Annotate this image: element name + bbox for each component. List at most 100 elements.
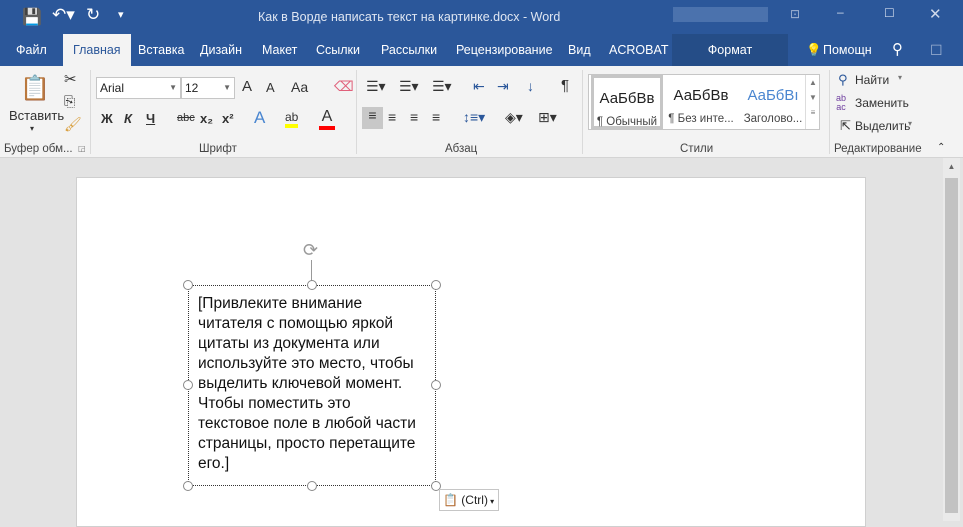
resize-handle[interactable]: [183, 280, 193, 290]
italic-button[interactable]: К: [124, 111, 132, 126]
tab-layout[interactable]: Макет: [262, 34, 297, 66]
show-marks-button[interactable]: ¶: [561, 77, 569, 94]
close-icon[interactable]: ✕: [929, 5, 942, 23]
chevron-down-icon[interactable]: ▾: [908, 119, 912, 128]
text-box-content[interactable]: [Привлеките внимание читателя с помощью …: [198, 294, 416, 474]
replace-button[interactable]: Заменить: [855, 96, 909, 110]
tab-design[interactable]: Дизайн: [200, 34, 242, 66]
minimize-icon[interactable]: –: [837, 5, 844, 19]
cursor-icon: ⇱: [840, 118, 851, 133]
paste-icon[interactable]: 📋: [20, 74, 50, 103]
underline-button[interactable]: Ч: [146, 111, 155, 126]
superscript-button[interactable]: x²: [222, 111, 234, 126]
align-left-icon[interactable]: ≡: [362, 107, 383, 129]
resize-handle[interactable]: [431, 380, 441, 390]
font-name-input[interactable]: Arial ▼: [96, 77, 181, 99]
tab-file[interactable]: Файл: [16, 34, 47, 66]
tab-mailings[interactable]: Рассылки: [381, 34, 437, 66]
numbering-icon[interactable]: ☰▾: [399, 78, 419, 95]
styles-group-label: Стили: [680, 143, 714, 155]
chevron-down-icon[interactable]: ▾: [898, 73, 902, 82]
line-spacing-icon[interactable]: ↕≡▾: [463, 109, 485, 126]
shading-icon[interactable]: ◈▾: [505, 109, 523, 126]
resize-handle[interactable]: [307, 280, 317, 290]
tab-format[interactable]: Формат: [672, 34, 788, 66]
account-area[interactable]: [673, 7, 768, 22]
sort-icon[interactable]: ↓: [527, 78, 534, 94]
undo-icon[interactable]: ↶▾: [52, 5, 75, 25]
strikethrough-button[interactable]: abc: [177, 112, 195, 124]
styles-scroll[interactable]: ▲ ▼ ≡: [805, 75, 820, 129]
customize-icon[interactable]: ▾: [118, 8, 124, 21]
font-size-input[interactable]: 12 ▼: [181, 77, 235, 99]
collapse-ribbon-icon[interactable]: ⌃: [937, 142, 945, 153]
resize-handle[interactable]: [307, 481, 317, 491]
redo-icon[interactable]: ↻: [86, 5, 100, 25]
font-color-icon[interactable]: A: [319, 108, 335, 130]
styles-gallery: АаБбВв ¶ Обычный АаБбВв ¶ Без инте... АаБб…: [588, 74, 820, 130]
chevron-down-icon: ▼: [223, 83, 231, 92]
scroll-up-icon[interactable]: ▲: [943, 162, 960, 171]
paste-button[interactable]: Вставить: [9, 108, 64, 123]
tab-home[interactable]: Главная: [63, 34, 131, 66]
tab-acrobat[interactable]: ACROBAT: [609, 34, 669, 66]
align-center-icon[interactable]: ≡: [388, 109, 396, 125]
vertical-scrollbar[interactable]: ▲: [943, 158, 960, 521]
tab-insert[interactable]: Вставка: [138, 34, 184, 66]
text-line: текстовое поле в любой части: [198, 415, 416, 432]
decrease-indent-icon[interactable]: ⇤: [473, 78, 485, 95]
rotate-handle-icon[interactable]: ⟳: [303, 240, 318, 261]
font-name-value: Arial: [100, 81, 125, 95]
multilevel-list-icon[interactable]: ☰▾: [432, 78, 452, 95]
search-icon: ⚲: [838, 72, 848, 87]
tab-view[interactable]: Вид: [568, 34, 591, 66]
share-icon[interactable]: ⚲: [892, 34, 903, 66]
style-no-spacing[interactable]: АаБбВв ¶ Без инте...: [665, 75, 737, 129]
text-box[interactable]: [Привлеките внимание читателя с помощью …: [183, 280, 441, 491]
resize-handle[interactable]: [183, 380, 193, 390]
grow-font-button[interactable]: A: [242, 78, 252, 95]
style-normal[interactable]: АаБбВв ¶ Обычный: [591, 75, 663, 129]
resize-handle[interactable]: [183, 481, 193, 491]
maximize-icon[interactable]: ☐: [884, 6, 895, 20]
paste-dropdown-icon[interactable]: ▾: [30, 124, 34, 133]
find-button[interactable]: Найти: [855, 73, 889, 87]
resize-handle[interactable]: [431, 280, 441, 290]
select-button[interactable]: Выделить: [855, 119, 910, 133]
style-heading[interactable]: АаБбВı Заголово...: [737, 75, 809, 129]
ribbon: 📋 Вставить ▾ ✂ ⎘ 🖌 Буфер обм... ◲ Arial ▼…: [0, 66, 963, 158]
align-right-icon[interactable]: ≡: [410, 109, 418, 125]
borders-icon[interactable]: ⊞▾: [538, 109, 557, 126]
text-line: [Привлеките внимание: [198, 295, 363, 312]
tell-me-button[interactable]: Помощн: [823, 34, 872, 66]
highlight-color-icon[interactable]: ab: [285, 110, 299, 128]
text-line: цитаты из документа или: [198, 335, 380, 352]
subscript-button[interactable]: x₂: [200, 111, 213, 126]
justify-icon[interactable]: ≡: [432, 109, 440, 125]
paste-options-button[interactable]: 📋 (Ctrl) ▾: [439, 489, 499, 511]
tab-review[interactable]: Рецензирование: [456, 34, 553, 66]
copy-icon[interactable]: ⎘: [64, 93, 75, 110]
text-line: используйте это место, чтобы: [198, 355, 414, 372]
window-title: Как в Ворде написать текст на картинке.d…: [258, 10, 561, 24]
tab-references[interactable]: Ссылки: [316, 34, 360, 66]
change-case-button[interactable]: Aa: [291, 79, 308, 95]
ribbon-display-icon[interactable]: ⊡: [790, 7, 800, 21]
increase-indent-icon[interactable]: ⇥: [497, 78, 509, 95]
comments-icon[interactable]: ☐: [930, 34, 943, 66]
style-name: Заголово...: [743, 113, 803, 125]
text-effects-icon[interactable]: A: [254, 108, 265, 128]
shrink-font-button[interactable]: A: [266, 80, 275, 95]
bold-button[interactable]: Ж: [101, 111, 113, 126]
editing-group-label: Редактирование: [834, 143, 922, 155]
clipboard-launcher-icon[interactable]: ◲: [78, 144, 86, 153]
scroll-thumb[interactable]: [945, 178, 958, 513]
bullets-icon[interactable]: ☰▾: [366, 78, 386, 95]
style-sample: АаБбВв: [673, 87, 729, 104]
cut-icon[interactable]: ✂: [64, 70, 77, 88]
save-icon[interactable]: 💾: [22, 7, 42, 27]
format-painter-icon[interactable]: 🖌: [64, 116, 82, 133]
chevron-down-icon: ▼: [169, 83, 177, 92]
style-sample: АаБбВı: [747, 87, 799, 104]
clear-formatting-icon[interactable]: ⌫: [334, 78, 354, 95]
